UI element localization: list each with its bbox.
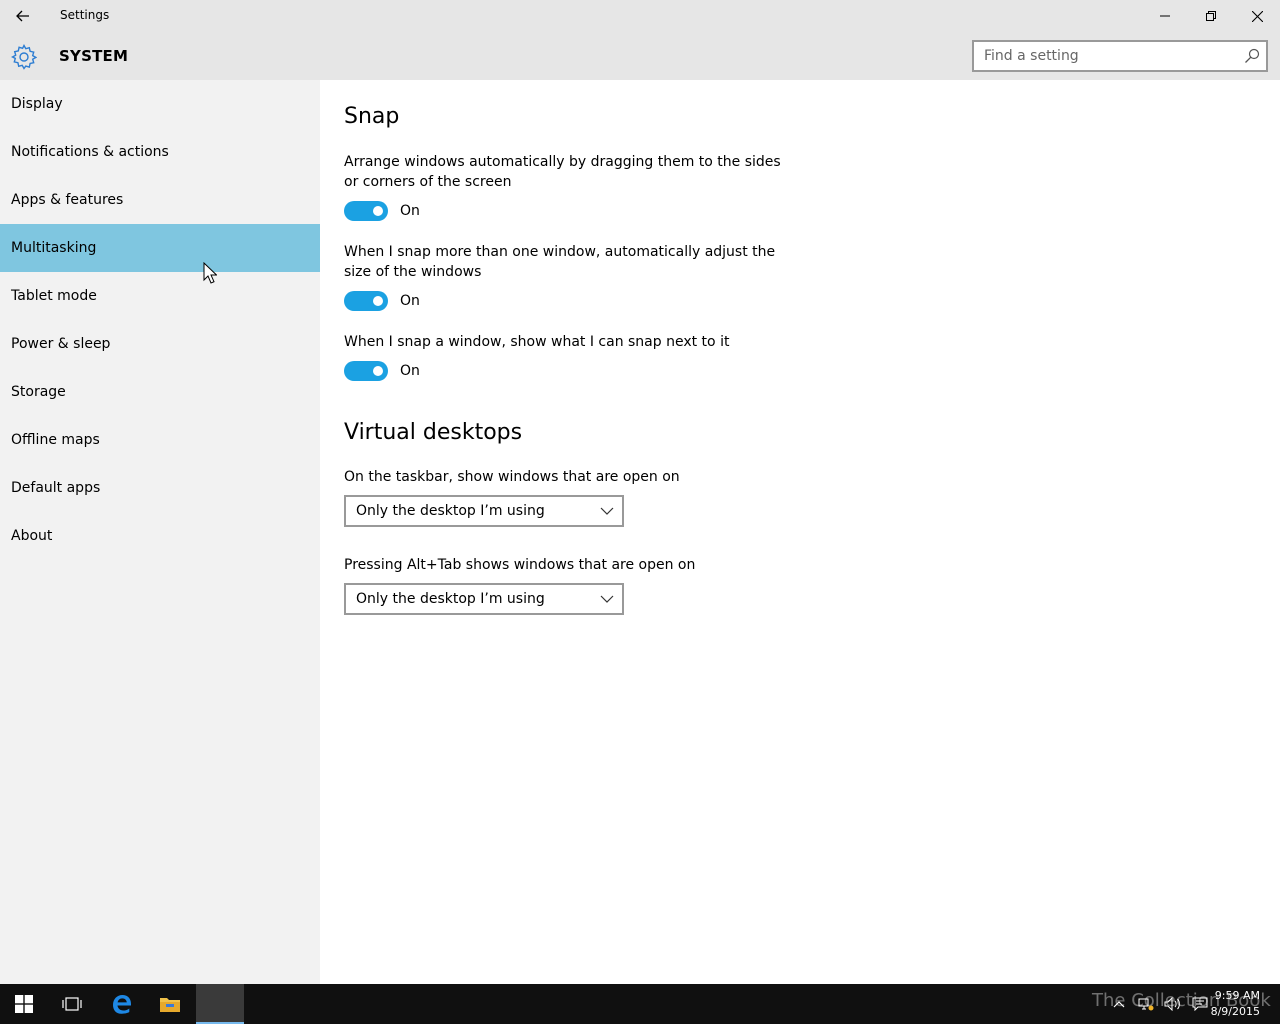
clock-date: 8/9/2015: [1210, 1005, 1260, 1018]
snap-setting-description: When I snap more than one window, automa…: [344, 244, 776, 280]
restore-icon: [1206, 11, 1216, 21]
snap-arrange-toggle[interactable]: [344, 201, 388, 221]
search-input[interactable]: [974, 42, 1234, 70]
toggle-state-label: On: [400, 203, 420, 219]
windows-logo-icon: [15, 995, 33, 1013]
taskbar-clock[interactable]: 9:59 AM 8/9/2015: [1211, 988, 1260, 1020]
system-tray: [1112, 984, 1208, 1024]
file-explorer-taskbar-button[interactable]: [146, 984, 194, 1024]
window-title: Settings: [60, 8, 110, 22]
edge-taskbar-button[interactable]: [98, 984, 146, 1024]
sidebar-item-apps-features[interactable]: Apps & features: [0, 176, 320, 224]
settings-taskbar-button[interactable]: [196, 984, 244, 1024]
sidebar-item-tablet-mode[interactable]: Tablet mode: [0, 272, 320, 320]
volume-icon[interactable]: [1164, 997, 1182, 1011]
sidebar: Display Notifications & actions Apps & f…: [0, 80, 320, 984]
chevron-down-icon: [600, 595, 614, 603]
snap-setting-description: Arrange windows automatically by draggin…: [344, 154, 781, 190]
task-view-icon: [62, 997, 82, 1011]
close-icon: [1251, 10, 1263, 22]
search-box[interactable]: [972, 40, 1268, 72]
sidebar-item-default-apps[interactable]: Default apps: [0, 464, 320, 512]
task-view-button[interactable]: [48, 984, 96, 1024]
virtual-desktops-heading: Virtual desktops: [344, 420, 523, 445]
show-hidden-icons-chevron-icon[interactable]: [1112, 999, 1126, 1009]
sidebar-item-display[interactable]: Display: [0, 80, 320, 128]
snap-assist-toggle[interactable]: [344, 361, 388, 381]
minimize-button[interactable]: [1142, 0, 1188, 32]
edge-browser-icon: [113, 995, 131, 1014]
snap-heading: Snap: [344, 104, 400, 129]
start-button[interactable]: [0, 984, 48, 1024]
sidebar-item-about[interactable]: About: [0, 512, 320, 560]
sidebar-item-multitasking[interactable]: Multitasking: [0, 224, 320, 272]
minimize-icon: [1160, 15, 1170, 17]
snap-adjust-size-toggle-row[interactable]: On: [344, 291, 420, 311]
taskbar-windows-label: On the taskbar, show windows that are op…: [344, 469, 680, 485]
gear-icon: [11, 44, 37, 70]
chevron-down-icon: [600, 507, 614, 515]
back-button[interactable]: [0, 0, 46, 32]
toggle-state-label: On: [400, 293, 420, 309]
main-content: Snap Arrange windows automatically by dr…: [320, 80, 1280, 984]
snap-assist-toggle-row[interactable]: On: [344, 361, 420, 381]
clock-time: 9:59 AM: [1214, 989, 1260, 1002]
dropdown-value: Only the desktop I’m using: [356, 591, 545, 607]
folder-icon: [160, 998, 180, 1012]
snap-arrange-toggle-row[interactable]: On: [344, 201, 420, 221]
settings-header: SYSTEM: [0, 32, 1280, 80]
sidebar-item-storage[interactable]: Storage: [0, 368, 320, 416]
sidebar-item-notifications[interactable]: Notifications & actions: [0, 128, 320, 176]
network-icon[interactable]: [1138, 997, 1154, 1011]
dropdown-value: Only the desktop I’m using: [356, 503, 545, 519]
action-center-icon[interactable]: [1192, 997, 1208, 1011]
section-title: SYSTEM: [59, 47, 129, 65]
mouse-cursor-icon: [203, 262, 217, 284]
title-bar: Settings: [0, 0, 1280, 32]
snap-adjust-size-toggle[interactable]: [344, 291, 388, 311]
sidebar-item-power-sleep[interactable]: Power & sleep: [0, 320, 320, 368]
search-icon[interactable]: [1244, 48, 1260, 64]
restore-button[interactable]: [1188, 0, 1234, 32]
taskbar: The Collection Book 9:59 AM 8/9/2015: [0, 984, 1280, 1024]
snap-setting-description: When I snap a window, show what I can sn…: [344, 334, 730, 350]
toggle-state-label: On: [400, 363, 420, 379]
alt-tab-windows-label: Pressing Alt+Tab shows windows that are …: [344, 557, 696, 573]
taskbar-windows-dropdown[interactable]: Only the desktop I’m using: [344, 495, 624, 527]
sidebar-item-offline-maps[interactable]: Offline maps: [0, 416, 320, 464]
close-button[interactable]: [1234, 0, 1280, 32]
alt-tab-windows-dropdown[interactable]: Only the desktop I’m using: [344, 583, 624, 615]
back-arrow-icon: [16, 10, 29, 22]
